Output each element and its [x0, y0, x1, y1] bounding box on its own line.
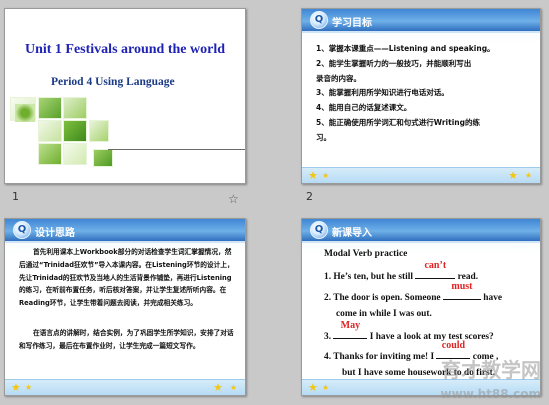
list-item: 录音的内容。 — [316, 73, 361, 83]
slide-3-footer: ★ ★ ★ ★ — [5, 379, 245, 395]
list-item: 4、能用自己的话复述课文。 — [316, 103, 412, 113]
answer-blank[interactable]: can’t — [415, 260, 456, 279]
answer-blank[interactable]: May — [333, 320, 368, 339]
slide-3-header: Q 设计思路 — [5, 219, 245, 241]
star-icon: ★ — [308, 381, 318, 394]
slide-4-header: Q 新课导入 — [302, 219, 540, 241]
q-badge-icon: Q — [13, 221, 31, 239]
question-2-cont: come in while I was out. — [336, 309, 432, 319]
question-2: 2. The door is open. Someone must have — [324, 281, 503, 303]
slide-3[interactable]: Q 设计思路 首先利用课本上Workbook部分的对话检查学生词汇掌握情况，然后… — [4, 218, 246, 396]
q-badge-icon: Q — [310, 11, 328, 29]
star-icon: ★ — [229, 383, 237, 392]
star-icon: ★ — [25, 383, 33, 392]
slide-1-subtitle: Period 4 Using Language — [51, 76, 175, 88]
star-icon: ★ — [213, 381, 223, 394]
watermark-brand: 育才教学网 — [441, 358, 541, 382]
star-icon: ★ — [508, 169, 518, 182]
star-icon: ★ — [524, 171, 532, 180]
watermark-url: www.ht88.com — [440, 387, 541, 401]
slide-1[interactable]: Unit 1 Festivals around the world Period… — [4, 8, 246, 184]
slide-2-heading: 学习目标 — [332, 18, 372, 29]
list-item: 习。 — [316, 132, 331, 142]
list-item: 1、掌握本课重点——Listening and speaking。 — [316, 44, 495, 53]
transition-icon[interactable]: ☆ — [228, 192, 239, 206]
design-paragraph-1: 首先利用课本上Workbook部分的对话检查学生词汇掌握情况，然后通过“Trin… — [19, 248, 234, 308]
slide-number-1: 1 — [12, 190, 19, 203]
q-badge-icon: Q — [310, 221, 328, 239]
slide-number-2: 2 — [306, 190, 313, 203]
practice-heading: Modal Verb practice — [324, 249, 408, 259]
list-item: 5、能正确使用所学词汇和句式进行Writing的练 — [316, 117, 480, 127]
star-icon: ★ — [322, 171, 330, 180]
slide-2-header: Q 学习目标 — [302, 9, 540, 31]
slide-1-title: Unit 1 Festivals around the world — [24, 42, 226, 57]
slide-2[interactable]: Q 学习目标 1、掌握本课重点——Listening and speaking。… — [301, 8, 541, 184]
slide-1-divider — [108, 149, 245, 150]
design-paragraph-2: 在语言点的讲解时，结合实例，为了巩固学生所学知识，安排了对话和写作练习，最后在布… — [19, 329, 234, 350]
slide-2-footer: ★ ★ ★ ★ — [302, 167, 540, 183]
list-item: 3、能掌握利用所学知识进行电话对话。 — [316, 88, 449, 98]
star-icon: ★ — [322, 383, 330, 392]
answer-blank[interactable]: must — [442, 281, 481, 300]
slide-4-heading: 新课导入 — [332, 228, 372, 239]
star-icon: ★ — [308, 169, 318, 182]
objectives-list: 1、掌握本课重点——Listening and speaking。 2、能学生掌… — [316, 42, 534, 146]
star-icon: ★ — [11, 381, 21, 394]
slide-3-heading: 设计思路 — [35, 228, 75, 239]
list-item: 2、能学生掌握听力的一般技巧，并能顺利写出 — [316, 58, 472, 68]
